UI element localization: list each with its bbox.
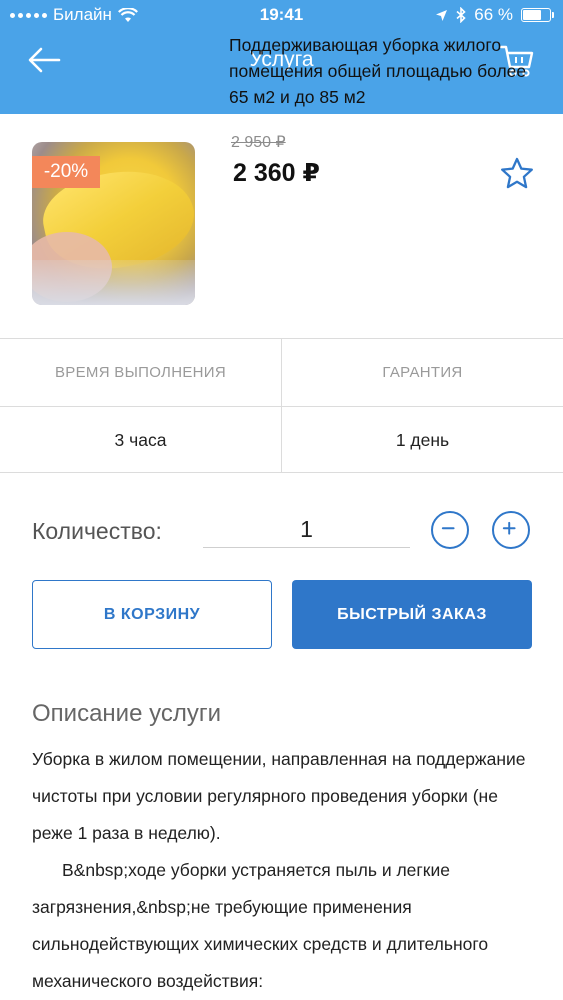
discount-badge: -20% xyxy=(32,156,100,188)
description-title: Описание услуги xyxy=(32,700,221,727)
product-title: Поддерживающая уборка жилого помещения о… xyxy=(229,35,527,107)
info-header-time: ВРЕМЯ ВЫПОЛНЕНИЯ xyxy=(54,364,226,381)
quantity-label: Количество: xyxy=(32,518,162,544)
battery-level xyxy=(523,10,542,20)
description-paragraph-1: Уборка в жилом помещении, направленная н… xyxy=(32,749,526,843)
battery-icon xyxy=(521,8,554,22)
description-text: Уборка в жилом помещении, направленная н… xyxy=(32,741,532,1000)
add-to-cart-button[interactable]: В КОРЗИНУ xyxy=(32,580,272,649)
star-icon[interactable] xyxy=(499,156,535,192)
info-value-time: 3 часа xyxy=(114,430,167,450)
description-paragraph-2: B&nbsp;ходе уборки устраняется пыль и ле… xyxy=(32,860,489,991)
status-right: 66 % xyxy=(435,5,554,25)
grid-divider-vertical xyxy=(281,339,282,473)
bluetooth-icon xyxy=(456,7,466,23)
water-shape xyxy=(32,260,195,305)
old-price: 2 950 ₽ xyxy=(231,134,286,151)
info-value-warranty: 1 день xyxy=(395,430,450,450)
minus-icon[interactable] xyxy=(431,511,469,549)
battery-percent: 66 % xyxy=(474,5,513,24)
plus-icon[interactable] xyxy=(492,511,530,549)
info-grid: ВРЕМЯ ВЫПОЛНЕНИЯ ГАРАНТИЯ 3 часа 1 день xyxy=(0,339,563,473)
quick-order-button[interactable]: БЫСТРЫЙ ЗАКАЗ xyxy=(292,580,532,649)
info-header-warranty: ГАРАНТИЯ xyxy=(382,364,463,381)
price: 2 360 ₽ xyxy=(233,159,320,187)
status-bar: Билайн 19:41 66 % xyxy=(0,0,563,30)
location-icon xyxy=(436,9,448,21)
quantity-input[interactable] xyxy=(203,512,410,548)
